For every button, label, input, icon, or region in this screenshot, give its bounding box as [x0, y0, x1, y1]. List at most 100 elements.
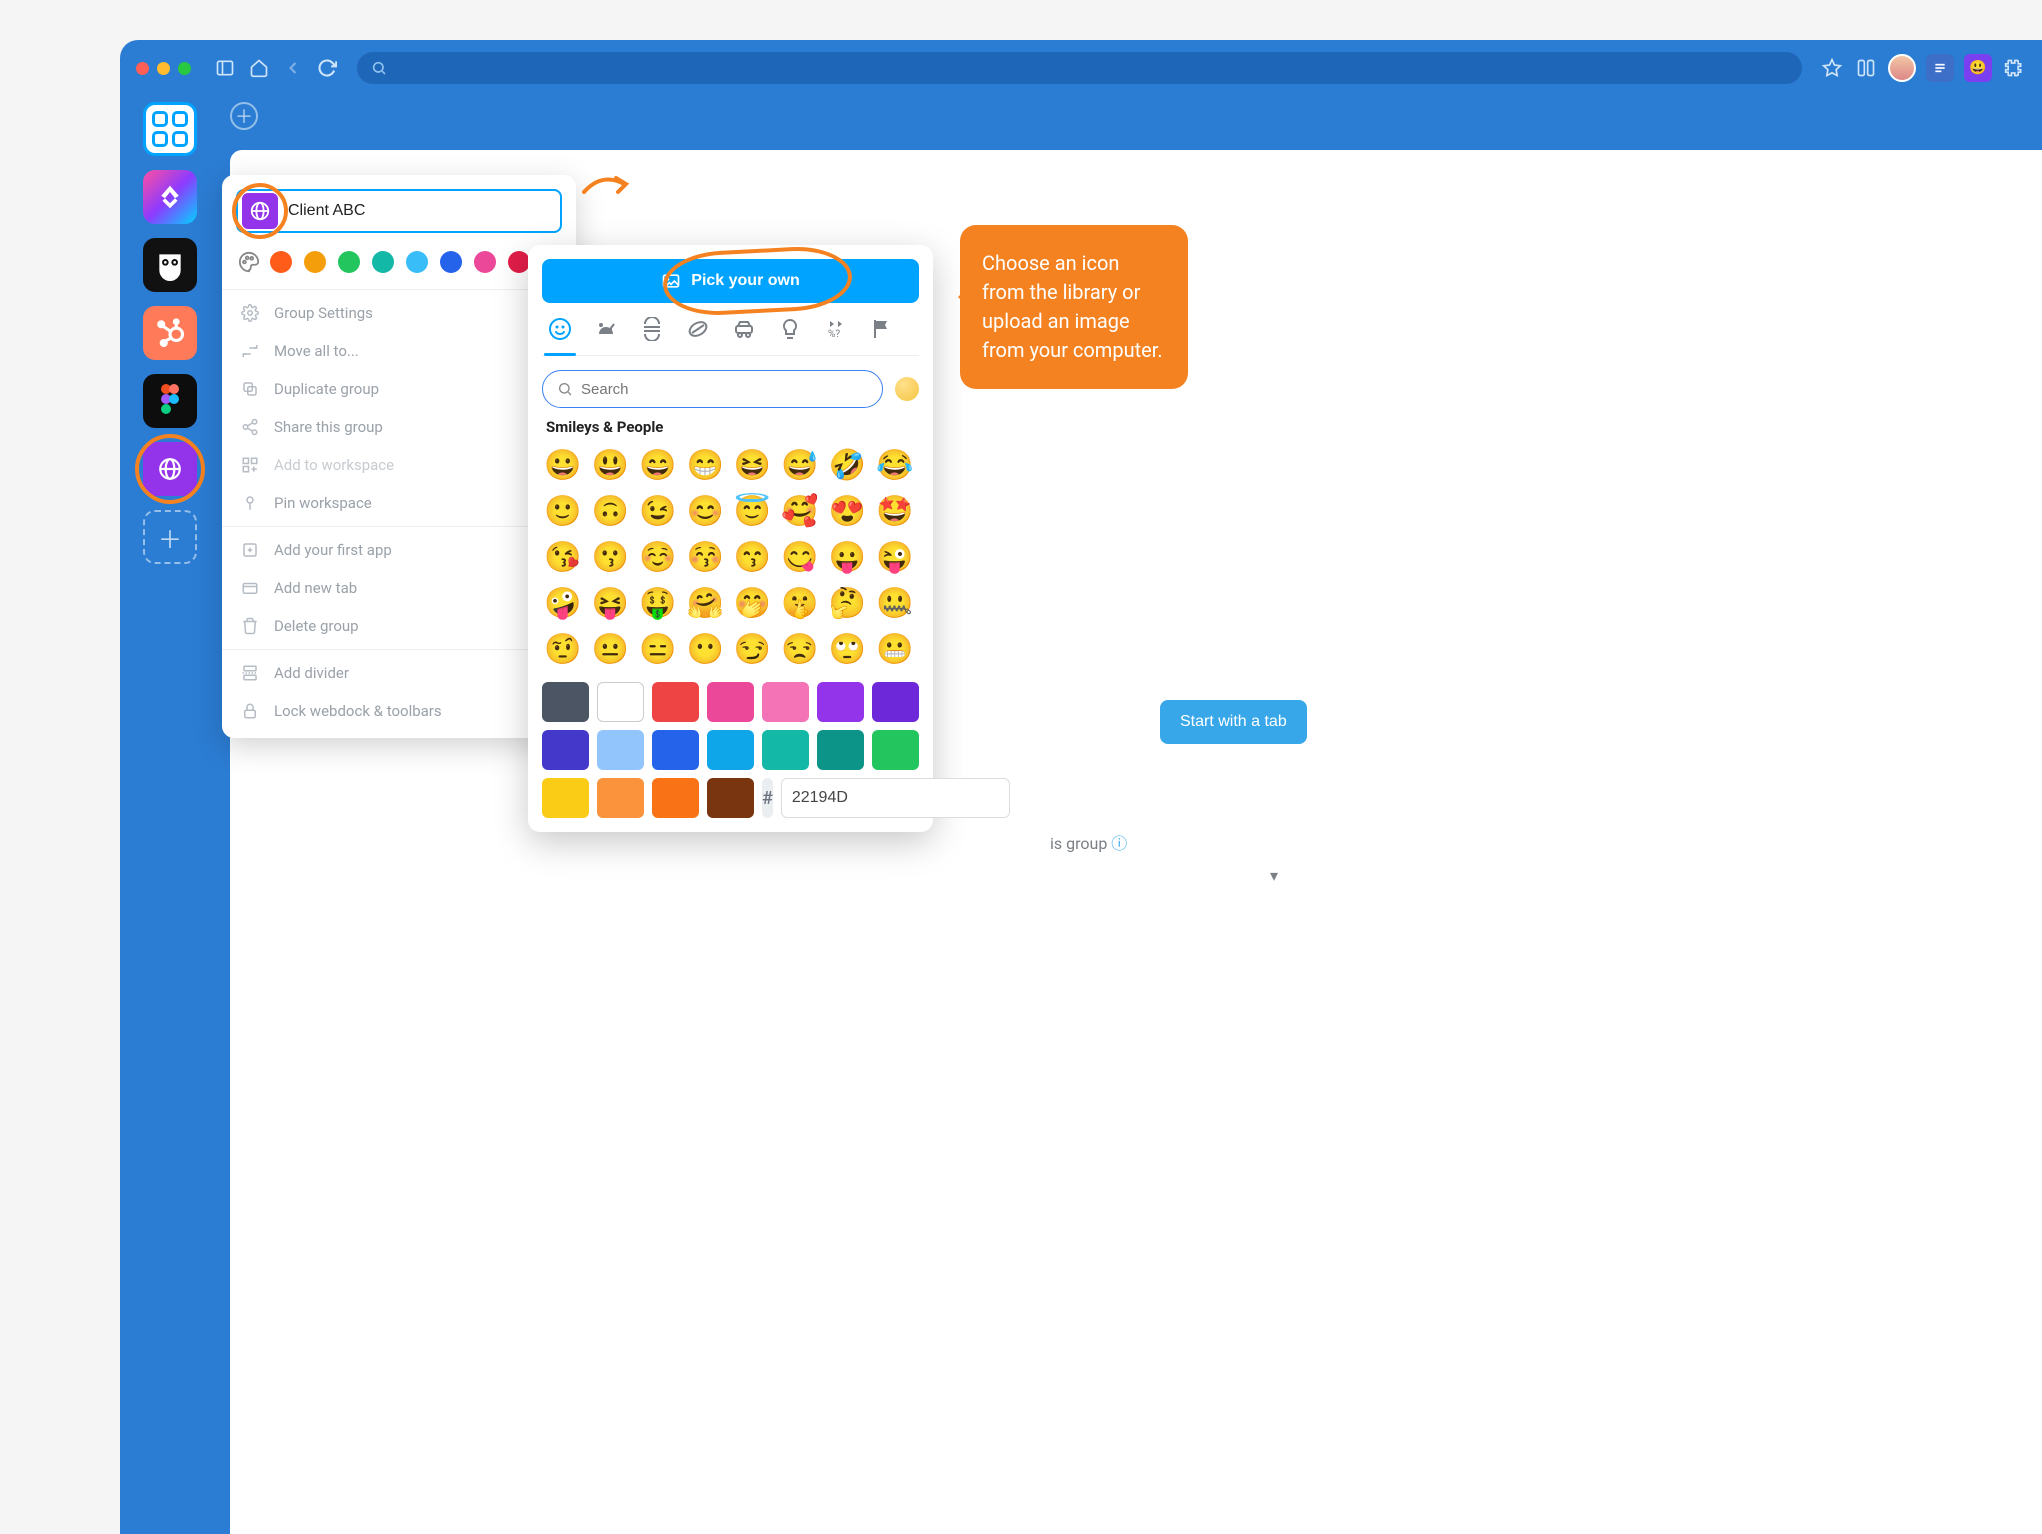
emoji-option[interactable]: 😃	[591, 446, 629, 484]
emoji-option[interactable]: 🥰	[781, 492, 819, 530]
emoji-option[interactable]: 🤑	[639, 584, 677, 622]
extension-smile-icon[interactable]: 😃	[1964, 54, 1992, 82]
pick-your-own-button[interactable]: Pick your own	[542, 259, 919, 303]
palette-swatch[interactable]	[542, 778, 589, 818]
emoji-option[interactable]: 😬	[876, 630, 914, 668]
palette-swatch[interactable]	[542, 730, 589, 770]
emoji-option[interactable]: 🤣	[828, 446, 866, 484]
palette-swatch[interactable]	[542, 682, 589, 722]
palette-swatch[interactable]	[597, 730, 644, 770]
emoji-option[interactable]: 🤪	[544, 584, 582, 622]
menu-item-lock-webdock-toolbars[interactable]: Lock webdock & toolbars	[222, 692, 576, 730]
sidebar-app-current-group[interactable]	[143, 442, 197, 496]
palette-swatch[interactable]	[817, 682, 864, 722]
menu-item-add-divider[interactable]: Add divider	[222, 654, 576, 692]
skin-tone-picker[interactable]	[895, 377, 919, 401]
url-bar[interactable]	[357, 52, 1802, 84]
maximize-window[interactable]	[178, 62, 191, 75]
palette-swatch[interactable]	[597, 682, 644, 722]
color-swatch[interactable]	[440, 251, 462, 273]
reload-icon[interactable]	[315, 56, 339, 80]
category-travel[interactable]	[732, 317, 756, 355]
palette-swatch[interactable]	[707, 778, 754, 818]
palette-swatch[interactable]	[762, 682, 809, 722]
emoji-option[interactable]: 🙂	[544, 492, 582, 530]
category-flags[interactable]	[870, 317, 894, 355]
emoji-option[interactable]: 😅	[781, 446, 819, 484]
palette-swatch[interactable]	[817, 730, 864, 770]
extension-doc-icon[interactable]	[1926, 54, 1954, 82]
emoji-option[interactable]: 😆	[734, 446, 772, 484]
emoji-option[interactable]: 😏	[734, 630, 772, 668]
palette-swatch[interactable]	[707, 730, 754, 770]
avatar[interactable]	[1888, 54, 1916, 82]
palette-swatch[interactable]	[652, 778, 699, 818]
split-icon[interactable]	[1854, 56, 1878, 80]
category-smileys[interactable]	[548, 317, 572, 355]
emoji-option[interactable]: 🤨	[544, 630, 582, 668]
new-tab-button[interactable]: ＋	[230, 102, 258, 130]
emoji-option[interactable]: 😄	[639, 446, 677, 484]
sidebar-app-clickup[interactable]	[143, 170, 197, 224]
sidebar-app-hootsuite[interactable]	[143, 238, 197, 292]
palette-swatch[interactable]	[707, 682, 754, 722]
emoji-option[interactable]: 🤐	[876, 584, 914, 622]
emoji-option[interactable]: 😚	[686, 538, 724, 576]
color-swatch[interactable]	[508, 251, 530, 273]
sidebar-app-hubspot[interactable]	[143, 306, 197, 360]
emoji-option[interactable]: 😉	[639, 492, 677, 530]
emoji-option[interactable]: 😶	[686, 630, 724, 668]
start-with-tab-button[interactable]: Start with a tab	[1160, 700, 1307, 744]
emoji-option[interactable]: 😙	[734, 538, 772, 576]
emoji-option[interactable]: 😊	[686, 492, 724, 530]
menu-item-share-this-group[interactable]: Share this group	[222, 408, 576, 446]
category-activity[interactable]	[686, 317, 710, 355]
category-food[interactable]	[640, 317, 664, 355]
color-swatch[interactable]	[372, 251, 394, 273]
palette-swatch[interactable]	[762, 730, 809, 770]
menu-item-move-all-to-[interactable]: Move all to...	[222, 332, 576, 370]
hex-input[interactable]	[781, 778, 1010, 818]
emoji-option[interactable]: ☺️	[639, 538, 677, 576]
menu-item-add-new-tab[interactable]: Add new tab	[222, 569, 576, 607]
minimize-window[interactable]	[157, 62, 170, 75]
color-swatch[interactable]	[406, 251, 428, 273]
sidebar-app-figma[interactable]	[143, 374, 197, 428]
star-icon[interactable]	[1820, 56, 1844, 80]
menu-item-add-your-first-app[interactable]: Add your first app	[222, 531, 576, 569]
emoji-option[interactable]: 😐	[591, 630, 629, 668]
emoji-option[interactable]: 😑	[639, 630, 677, 668]
home-icon[interactable]	[247, 56, 271, 80]
back-icon[interactable]	[281, 56, 305, 80]
emoji-option[interactable]: 😍	[828, 492, 866, 530]
emoji-option[interactable]: 😗	[591, 538, 629, 576]
close-window[interactable]	[136, 62, 149, 75]
emoji-option[interactable]: 😛	[828, 538, 866, 576]
emoji-option[interactable]: 🙃	[591, 492, 629, 530]
emoji-option[interactable]: 🤗	[686, 584, 724, 622]
emoji-option[interactable]: 🙄	[828, 630, 866, 668]
emoji-option[interactable]: 😒	[781, 630, 819, 668]
category-objects[interactable]	[778, 317, 802, 355]
emoji-option[interactable]: 😀	[544, 446, 582, 484]
emoji-option[interactable]: 😋	[781, 538, 819, 576]
palette-swatch[interactable]	[597, 778, 644, 818]
menu-item-pin-workspace[interactable]: Pin workspace	[222, 484, 576, 522]
sidebar-toggle-icon[interactable]	[213, 56, 237, 80]
category-symbols[interactable]: %?	[824, 317, 848, 355]
extensions-icon[interactable]	[2002, 56, 2026, 80]
emoji-option[interactable]: 😁	[686, 446, 724, 484]
menu-item-duplicate-group[interactable]: Duplicate group	[222, 370, 576, 408]
color-swatch[interactable]	[338, 251, 360, 273]
group-icon-button[interactable]	[242, 193, 278, 229]
color-swatch[interactable]	[304, 251, 326, 273]
emoji-option[interactable]: 🤔	[828, 584, 866, 622]
sidebar-app-grid[interactable]	[143, 102, 197, 156]
sidebar-add-group[interactable]: ＋	[143, 510, 197, 564]
palette-swatch[interactable]	[872, 682, 919, 722]
chevron-down-icon[interactable]: ▾	[1270, 866, 1278, 885]
emoji-option[interactable]: 😜	[876, 538, 914, 576]
palette-swatch[interactable]	[652, 682, 699, 722]
emoji-option[interactable]: 😂	[876, 446, 914, 484]
emoji-option[interactable]: 🤩	[876, 492, 914, 530]
